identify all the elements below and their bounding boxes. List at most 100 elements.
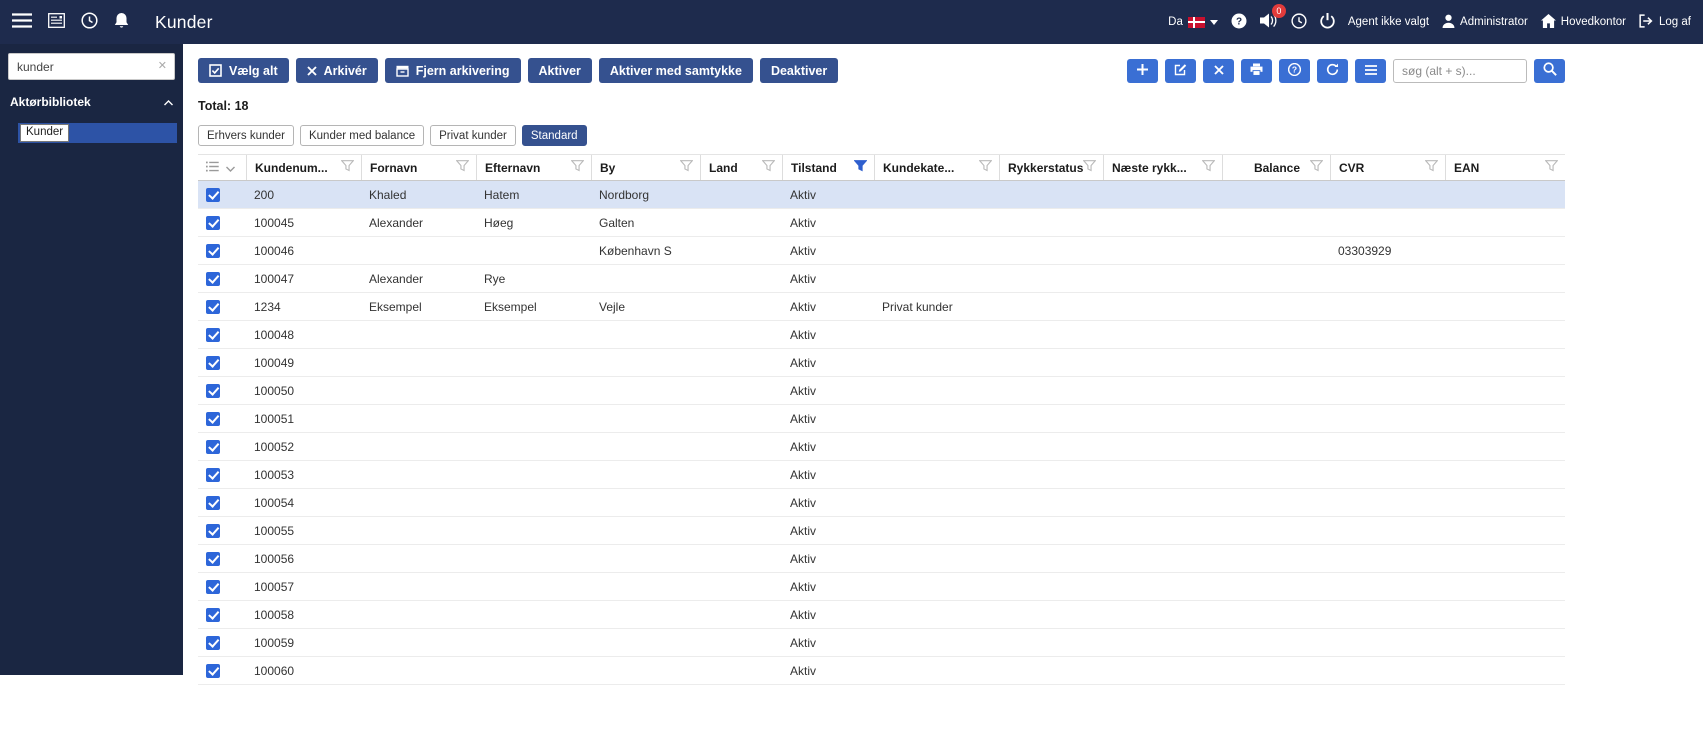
column-header-kundekategori[interactable]: Kundekate...: [874, 155, 999, 180]
history-button[interactable]: [81, 12, 98, 32]
table-row[interactable]: 100053 Aktiv: [198, 461, 1565, 489]
delete-button[interactable]: [1203, 58, 1234, 83]
filter-icon[interactable]: [679, 160, 694, 175]
row-checkbox[interactable]: [206, 439, 220, 454]
row-checkbox[interactable]: [206, 327, 220, 342]
columns-button[interactable]: [1355, 58, 1386, 83]
table-row[interactable]: 100045 Alexander Høeg Galten Aktiv: [198, 209, 1565, 237]
table-row[interactable]: 200 Khaled Hatem Nordborg Aktiv: [198, 181, 1565, 209]
column-header-rykkerstatus[interactable]: Rykkerstatus: [999, 155, 1103, 180]
column-header-naeste_rykker[interactable]: Næste rykk...: [1103, 155, 1222, 180]
row-checkbox[interactable]: [206, 579, 220, 594]
sidebar-item-kunder[interactable]: Kunder: [18, 123, 177, 143]
office-menu[interactable]: Hovedkontor: [1540, 13, 1626, 31]
row-checkbox[interactable]: [206, 271, 220, 286]
column-header-ean[interactable]: EAN: [1445, 155, 1565, 180]
table-row[interactable]: 100050 Aktiv: [198, 377, 1565, 405]
filter-icon[interactable]: [455, 160, 470, 175]
sidebar-section-header[interactable]: Aktørbibliotek: [0, 86, 183, 120]
column-header-cvr[interactable]: CVR: [1330, 155, 1445, 180]
table-row[interactable]: 1234 Eksempel Eksempel Vejle Aktiv Privat kun…: [198, 293, 1565, 321]
row-checkbox[interactable]: [206, 551, 220, 566]
topbar-help-button[interactable]: ?: [1231, 13, 1247, 32]
table-row[interactable]: 100047 Alexander Rye Aktiv: [198, 265, 1565, 293]
menu-button[interactable]: [12, 13, 32, 31]
select-column-header[interactable]: [198, 155, 246, 180]
row-checkbox[interactable]: [206, 467, 220, 482]
filter-icon[interactable]: [761, 160, 776, 175]
column-header-balance[interactable]: Balance: [1222, 155, 1330, 180]
power-button[interactable]: [1320, 12, 1335, 32]
cell-ean: [1445, 405, 1565, 432]
table-row[interactable]: 100048 Aktiv: [198, 321, 1565, 349]
clock-button[interactable]: [1291, 12, 1307, 32]
row-checkbox[interactable]: [206, 299, 220, 314]
column-header-tilstand[interactable]: Tilstand: [782, 155, 874, 180]
filter-icon[interactable]: [978, 160, 993, 175]
table-row[interactable]: 100052 Aktiv: [198, 433, 1565, 461]
table-row[interactable]: 100058 Aktiv: [198, 601, 1565, 629]
refresh-button[interactable]: [1317, 58, 1348, 83]
row-checkbox[interactable]: [206, 383, 220, 398]
sidebar-search-input[interactable]: [8, 53, 175, 80]
filter-icon[interactable]: [1201, 160, 1216, 175]
filter-icon[interactable]: [1424, 160, 1439, 175]
row-checkbox[interactable]: [206, 243, 220, 258]
language-selector[interactable]: Da: [1168, 16, 1218, 28]
table-row[interactable]: 100055 Aktiv: [198, 517, 1565, 545]
search-button[interactable]: [1534, 58, 1565, 83]
news-button[interactable]: [48, 13, 65, 31]
row-checkbox[interactable]: [206, 411, 220, 426]
archive-button[interactable]: Arkivér: [295, 58, 378, 83]
clear-search-icon[interactable]: ✕: [158, 59, 167, 72]
edit-button[interactable]: [1165, 58, 1196, 83]
table-row[interactable]: 100054 Aktiv: [198, 489, 1565, 517]
search-icon: [1542, 62, 1557, 79]
filter-icon[interactable]: [570, 160, 585, 175]
row-checkbox[interactable]: [206, 215, 220, 230]
chip-standard[interactable]: Standard: [521, 125, 587, 146]
filter-icon[interactable]: [853, 160, 868, 175]
activate-button[interactable]: Aktiver: [527, 58, 592, 83]
deactivate-button[interactable]: Deaktiver: [759, 58, 839, 83]
column-header-fornavn[interactable]: Fornavn: [361, 155, 476, 180]
table-row[interactable]: 100057 Aktiv: [198, 573, 1565, 601]
column-header-efternavn[interactable]: Efternavn: [476, 155, 591, 180]
select-all-button[interactable]: Vælg alt: [198, 58, 289, 83]
column-header-by[interactable]: By: [591, 155, 700, 180]
filter-icon[interactable]: [340, 160, 355, 175]
row-checkbox[interactable]: [206, 607, 220, 622]
row-checkbox[interactable]: [206, 523, 220, 538]
unarchive-button[interactable]: Fjern arkivering: [384, 58, 521, 83]
table-row[interactable]: 100049 Aktiv: [198, 349, 1565, 377]
row-checkbox[interactable]: [206, 187, 220, 202]
chip-kunder-med-balance[interactable]: Kunder med balance: [299, 125, 425, 146]
row-checkbox[interactable]: [206, 635, 220, 650]
column-header-kundenummer[interactable]: Kundenum...: [246, 155, 361, 180]
activate-consent-button[interactable]: Aktiver med samtykke: [598, 58, 753, 83]
chip-erhvers-kunder[interactable]: Erhvers kunder: [198, 125, 294, 146]
logout-button[interactable]: Log af: [1639, 13, 1691, 31]
cell-kundekategori: [874, 377, 999, 404]
filter-icon[interactable]: [1082, 160, 1097, 175]
cell-naeste_rykker: [1103, 489, 1222, 516]
table-row[interactable]: 100059 Aktiv: [198, 629, 1565, 657]
print-button[interactable]: [1241, 58, 1272, 83]
table-row[interactable]: 100056 Aktiv: [198, 545, 1565, 573]
grid-search-input[interactable]: [1393, 58, 1527, 83]
chip-privat-kunder[interactable]: Privat kunder: [430, 125, 516, 146]
row-checkbox[interactable]: [206, 495, 220, 510]
row-checkbox[interactable]: [206, 663, 220, 678]
column-header-land[interactable]: Land: [700, 155, 782, 180]
add-button[interactable]: [1127, 58, 1158, 83]
cell-kundenummer: 100059: [254, 635, 295, 650]
help-button[interactable]: ?: [1279, 58, 1310, 83]
table-row[interactable]: 100060 Aktiv: [198, 657, 1565, 685]
user-menu[interactable]: Administrator: [1442, 14, 1528, 31]
notifications-button[interactable]: [114, 12, 129, 32]
table-row[interactable]: 100046 København S Aktiv 03303929: [198, 237, 1565, 265]
row-checkbox[interactable]: [206, 355, 220, 370]
filter-icon[interactable]: [1544, 160, 1559, 175]
filter-icon[interactable]: [1309, 160, 1324, 175]
table-row[interactable]: 100051 Aktiv: [198, 405, 1565, 433]
